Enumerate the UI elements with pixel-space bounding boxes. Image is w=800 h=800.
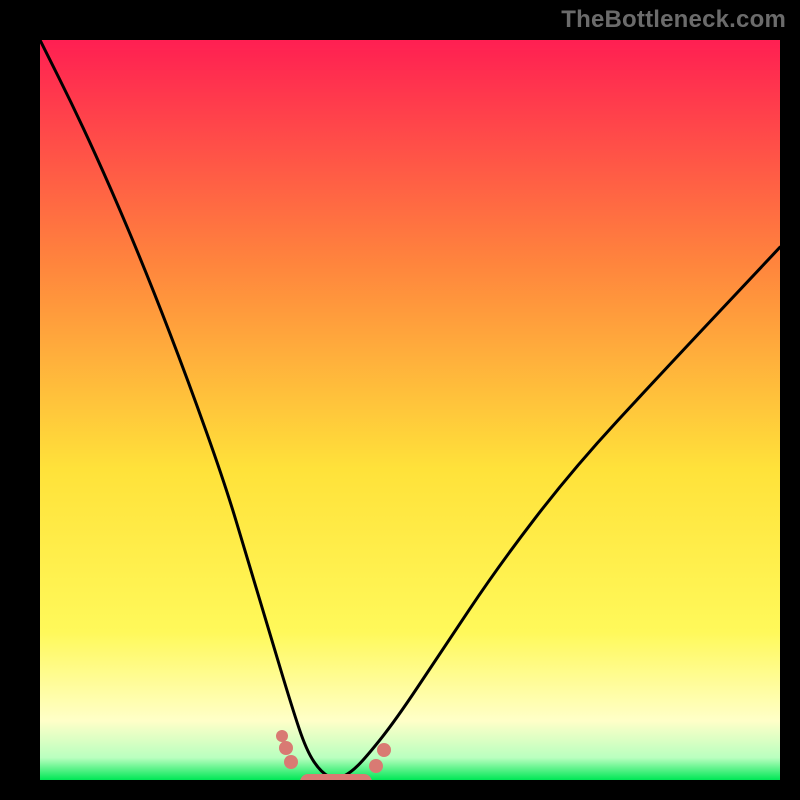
chart-svg <box>40 40 780 780</box>
watermark-text: TheBottleneck.com <box>561 6 786 34</box>
valley-dot <box>279 741 293 755</box>
valley-dot <box>284 755 298 769</box>
valley-dot <box>276 730 288 742</box>
valley-dot <box>369 759 383 773</box>
gradient-background <box>40 40 780 780</box>
outer-frame: TheBottleneck.com <box>0 0 800 800</box>
valley-dot <box>377 743 391 757</box>
chart-plot-area <box>40 40 780 780</box>
